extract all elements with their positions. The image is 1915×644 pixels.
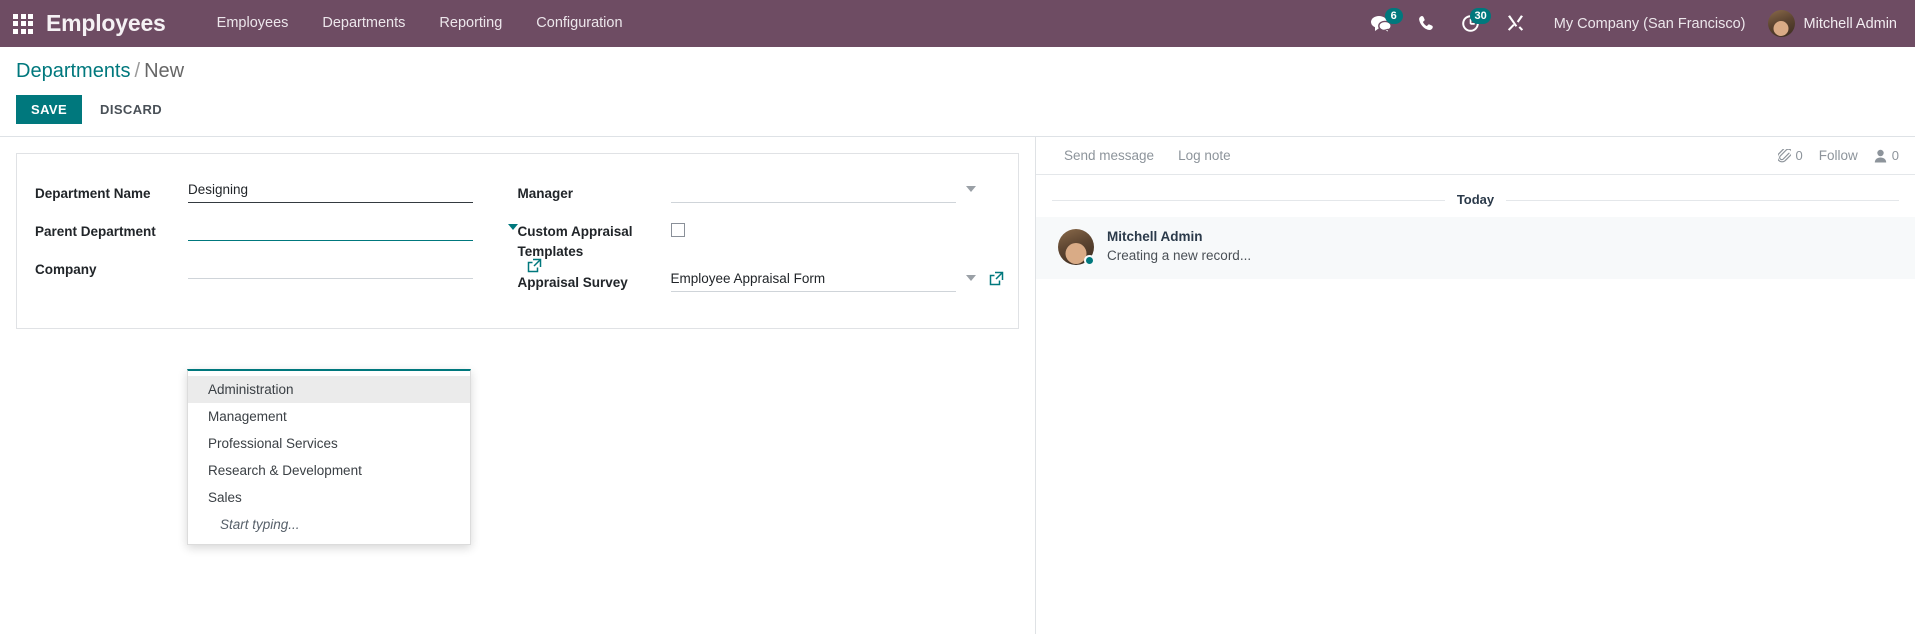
save-button[interactable]: SAVE (16, 95, 83, 124)
menu-departments[interactable]: Departments (305, 0, 422, 47)
menu-configuration[interactable]: Configuration (519, 0, 639, 47)
main-content: Department Name Parent Department (0, 137, 1915, 634)
online-status-icon (1084, 255, 1095, 266)
form-area: Department Name Parent Department (0, 137, 1035, 634)
message-author: Mitchell Admin (1107, 229, 1203, 244)
discard-button[interactable]: DISCARD (86, 95, 176, 124)
field-company: Company (35, 254, 541, 286)
record-actions: SAVE DISCARD (16, 95, 1899, 124)
field-department-name: Department Name (35, 178, 518, 210)
field-manager: Manager (518, 178, 1001, 210)
breadcrumb-departments[interactable]: Departments (16, 60, 131, 82)
dropdown-item-research-development[interactable]: Research & Development (188, 457, 470, 484)
send-message-tab[interactable]: Send message (1052, 137, 1166, 175)
department-name-input[interactable] (188, 178, 473, 203)
menu-reporting[interactable]: Reporting (422, 0, 519, 47)
form-column-right: Manager Custom Appraisal Templates Appra… (518, 178, 1004, 305)
day-separator: Today (1036, 191, 1915, 209)
user-menu[interactable]: Mitchell Admin (1762, 10, 1915, 37)
phone-icon[interactable] (1405, 0, 1448, 47)
chatter-message: Mitchell Admin Creating a new record... (1036, 217, 1915, 279)
apps-grid-icon[interactable] (0, 0, 46, 47)
parent-department-label: Parent Department (35, 224, 156, 239)
activities-clock-icon[interactable]: 30 (1448, 0, 1493, 47)
company-input[interactable] (188, 254, 473, 279)
breadcrumb: Departments / New (16, 60, 1899, 83)
navbar-right-group: 6 30 My Company (San Francisco) Mitchell… (1358, 0, 1915, 47)
parent-department-input[interactable] (188, 216, 473, 241)
breadcrumb-current: New (144, 60, 185, 82)
control-panel: Departments / New SAVE DISCARD (0, 47, 1915, 137)
department-name-label: Department Name (35, 186, 151, 201)
parent-department-dropdown: Administration Management Professional S… (187, 369, 471, 545)
manager-input[interactable] (670, 178, 956, 203)
dropdown-item-sales[interactable]: Sales (188, 484, 470, 511)
attachment-count-value: 0 (1795, 148, 1803, 163)
messages-icon[interactable]: 6 (1358, 0, 1405, 47)
follow-button[interactable]: Follow (1819, 148, 1858, 163)
tools-wrench-icon[interactable] (1493, 0, 1538, 47)
form-grid: Department Name Parent Department (35, 178, 1004, 305)
form-column-left: Department Name Parent Department (35, 178, 541, 305)
activities-badge: 30 (1470, 8, 1491, 24)
chevron-down-icon[interactable] (507, 224, 518, 230)
appraisal-survey-external-link-icon[interactable] (989, 271, 1004, 291)
paperclip-icon (1777, 148, 1791, 162)
company-selector[interactable]: My Company (San Francisco) (1538, 16, 1762, 32)
top-navbar: Employees Employees Departments Reportin… (0, 0, 1915, 47)
breadcrumb-separator: / (134, 60, 141, 82)
field-appraisal-survey: Appraisal Survey (518, 267, 1004, 299)
user-name: Mitchell Admin (1803, 15, 1897, 32)
day-separator-label: Today (1444, 192, 1507, 207)
chatter-status-group: 0 Follow 0 (1777, 148, 1899, 163)
appraisal-survey-input[interactable] (670, 267, 956, 293)
dropdown-item-management[interactable]: Management (188, 403, 470, 430)
attachment-count[interactable]: 0 (1777, 148, 1803, 163)
dropdown-item-administration[interactable]: Administration (188, 376, 470, 403)
follower-count-value: 0 (1891, 148, 1899, 163)
log-note-tab[interactable]: Log note (1166, 137, 1243, 175)
menu-employees[interactable]: Employees (200, 0, 306, 47)
manager-label: Manager (517, 186, 574, 201)
field-custom-appraisal-templates: Custom Appraisal Templates (518, 216, 1001, 261)
custom-appraisal-templates-checkbox[interactable] (670, 223, 685, 237)
app-brand-employees[interactable]: Employees (46, 10, 166, 37)
manager-chevron-down-icon[interactable] (966, 186, 976, 192)
chatter-panel: Send message Log note 0 Follow 0 Today M… (1035, 137, 1915, 634)
message-avatar (1058, 229, 1095, 266)
message-body: Creating a new record... (1107, 248, 1252, 263)
dropdown-hint-start-typing: Start typing... (220, 517, 300, 532)
messages-badge: 6 (1384, 8, 1403, 24)
company-label: Company (35, 262, 97, 277)
dropdown-item-professional-services[interactable]: Professional Services (188, 430, 470, 457)
follower-count[interactable]: 0 (1874, 148, 1899, 163)
appraisal-survey-chevron-down-icon[interactable] (966, 275, 976, 282)
field-parent-department: Parent Department (35, 216, 518, 248)
company-external-link-icon[interactable] (527, 258, 542, 278)
chatter-toolbar: Send message Log note 0 Follow 0 (1036, 137, 1915, 175)
user-icon (1874, 149, 1886, 162)
avatar (1767, 10, 1795, 37)
custom-appraisal-templates-label: Custom Appraisal Templates (517, 224, 633, 259)
form-sheet: Department Name Parent Department (16, 153, 1019, 329)
